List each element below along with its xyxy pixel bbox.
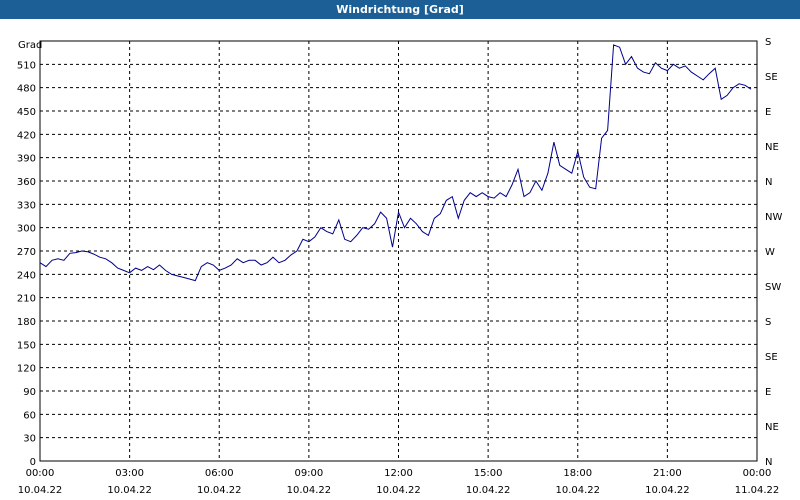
y-tick-label: 0 <box>30 457 36 468</box>
y2-tick-label: SE <box>765 352 778 363</box>
y2-tick-label: SE <box>765 72 778 83</box>
y-tick-label: 90 <box>23 387 36 398</box>
x-axis-ticks: 00:00 10.04.22 03:00 10.04.22 06:00 10.04.22 0… <box>18 468 780 496</box>
y2-tick-label: NE <box>765 142 779 153</box>
x-tick-date: 10.04.22 <box>197 485 242 496</box>
y2-tick-label: S <box>765 317 771 328</box>
y-tick-label: 60 <box>23 410 36 421</box>
x-tick-time: 15:00 <box>474 468 503 479</box>
chart-title: Windrichtung [Grad] <box>336 3 464 16</box>
y-tick-label: 360 <box>17 177 36 188</box>
x-tick-time: 00:00 <box>26 468 55 479</box>
y2-axis-ticks: N NE E SE S SW W NW N NE E SE S <box>765 37 782 468</box>
x-tick-date: 10.04.22 <box>376 485 421 496</box>
y-tick-label: 330 <box>17 200 36 211</box>
x-tick-time: 09:00 <box>294 468 323 479</box>
y-axis-label: Grad <box>18 40 42 51</box>
y-tick-label: 300 <box>17 224 36 235</box>
y-tick-label: 420 <box>17 130 36 141</box>
x-tick-date: 10.04.22 <box>555 485 600 496</box>
x-tick-date: 11.04.22 <box>735 485 780 496</box>
y2-tick-label: SW <box>765 282 781 293</box>
y2-tick-label: W <box>765 247 775 258</box>
grid <box>40 41 757 461</box>
x-tick-time: 21:00 <box>653 468 682 479</box>
x-tick-date: 10.04.22 <box>287 485 332 496</box>
x-tick-date: 10.04.22 <box>466 485 511 496</box>
x-tick-time: 06:00 <box>205 468 234 479</box>
y-tick-label: 510 <box>17 60 36 71</box>
y-tick-label: 120 <box>17 364 36 375</box>
x-tick-time: 12:00 <box>384 468 413 479</box>
x-tick-time: 00:00 <box>743 468 772 479</box>
x-tick-date: 10.04.22 <box>18 485 63 496</box>
y2-tick-label: E <box>765 387 771 398</box>
y-tick-label: 240 <box>17 270 36 281</box>
y-axis-ticks: 0 30 60 90 120 150 180 210 240 270 300 330 360 390 420… <box>17 60 36 468</box>
y-tick-label: 210 <box>17 294 36 305</box>
y-tick-label: 180 <box>17 317 36 328</box>
y-tick-label: 450 <box>17 107 36 118</box>
chart-title-bar: Windrichtung [Grad] <box>0 0 800 19</box>
y2-tick-label: NE <box>765 422 779 433</box>
y-tick-label: 390 <box>17 154 36 165</box>
x-tick-date: 10.04.22 <box>107 485 152 496</box>
y2-tick-label: N <box>765 177 772 188</box>
y2-tick-label: NW <box>765 212 782 223</box>
y-tick-label: 150 <box>17 340 36 351</box>
y-tick-label: 480 <box>17 84 36 95</box>
y-tick-label: 30 <box>23 434 36 445</box>
x-tick-date: 10.04.22 <box>645 485 690 496</box>
x-tick-time: 18:00 <box>563 468 592 479</box>
x-tick-time: 03:00 <box>115 468 144 479</box>
y-tick-label: 270 <box>17 247 36 258</box>
series-line <box>39 44 752 282</box>
chart-area: Grad 0 30 60 90 120 150 180 210 240 270 300 330 360 3… <box>17 37 783 496</box>
y2-tick-label: S <box>765 37 771 48</box>
y2-tick-label: N <box>765 457 772 468</box>
y2-tick-label: E <box>765 107 771 118</box>
